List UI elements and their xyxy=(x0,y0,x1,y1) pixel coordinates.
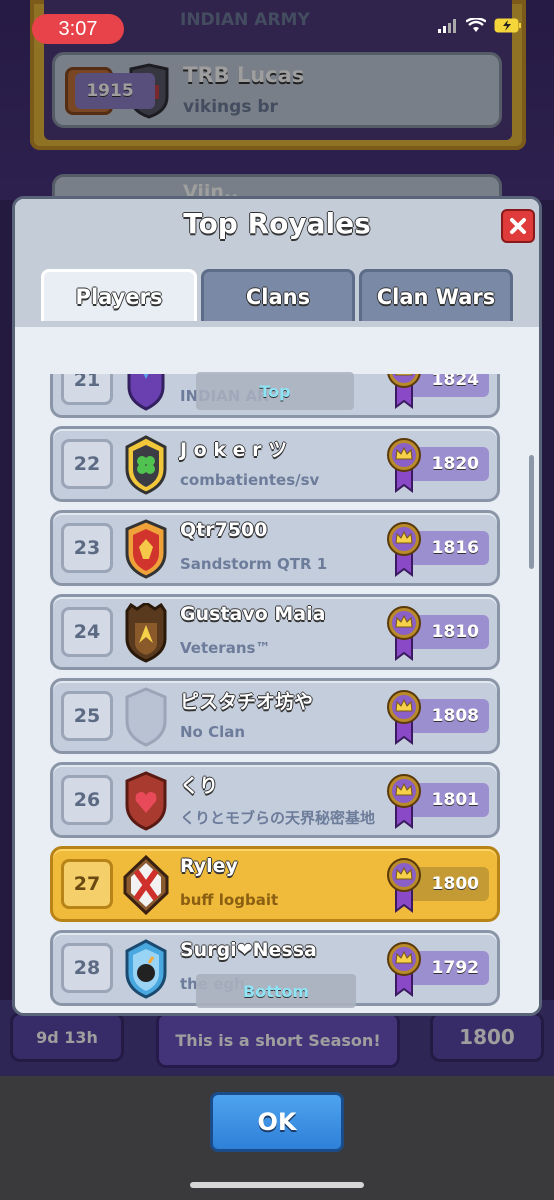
cellular-signal-icon xyxy=(438,18,456,33)
battery-icon xyxy=(494,18,521,33)
leaderboard-row[interactable]: 26 くりくりとモブらの天界秘密基地 1801 xyxy=(50,762,500,838)
row-score: 1801 xyxy=(387,774,491,829)
close-button[interactable] xyxy=(501,209,535,243)
trophy-medal-icon xyxy=(387,774,421,829)
trophy-medal-icon xyxy=(387,606,421,661)
list-scrollbar[interactable] xyxy=(529,455,534,569)
bomb-shield-icon xyxy=(125,939,167,999)
scroll-to-bottom-button[interactable]: Bottom xyxy=(196,974,356,1008)
crown-tower-badge-icon xyxy=(125,603,167,663)
empty-shield-icon xyxy=(125,687,167,747)
row-player-name: J o k e r ツ xyxy=(180,439,288,461)
trophy-medal-icon xyxy=(387,942,421,997)
leaderboard-row[interactable]: 27 Ryley buff logbait 1800 xyxy=(50,846,500,922)
row-player-name: Gustavo Maia xyxy=(180,603,326,625)
row-player-name: ピスタチオ坊や xyxy=(180,691,314,713)
row-rank: 27 xyxy=(61,859,113,909)
row-score: 1810 xyxy=(387,606,491,661)
scroll-to-top-button[interactable]: Top xyxy=(196,372,354,410)
row-player-name: Ryley xyxy=(180,855,238,877)
row-clan-name: combatientes/sv xyxy=(180,471,320,489)
close-icon xyxy=(510,218,526,234)
heart-shield-icon xyxy=(125,771,167,831)
row-score: 1792 xyxy=(387,942,491,997)
status-bar: 3:07 xyxy=(0,0,554,54)
row-clan-name: Sandstorm QTR 1 xyxy=(180,555,328,573)
row-rank: 28 xyxy=(61,943,113,993)
clover-shield-icon xyxy=(125,435,167,495)
status-icons xyxy=(438,18,522,33)
tabs-bar: Players Clans Clan Wars xyxy=(15,257,539,327)
row-clan-name: buff logbait xyxy=(180,891,279,909)
trophy-medal-icon xyxy=(387,690,421,745)
row-score: 1800 xyxy=(387,858,491,913)
row-player-name: Surgi❤Nessa xyxy=(180,939,317,961)
row-clan-name: Veterans™ xyxy=(180,639,271,657)
wifi-icon xyxy=(466,18,486,32)
row-rank: 23 xyxy=(61,523,113,573)
row-score: 1820 xyxy=(387,438,491,493)
row-score: 1808 xyxy=(387,690,491,745)
trophy-medal-icon xyxy=(387,522,421,577)
trophy-medal-icon xyxy=(387,438,421,493)
row-clan-name: No Clan xyxy=(180,723,246,741)
home-indicator[interactable] xyxy=(190,1182,364,1188)
ok-button[interactable]: OK xyxy=(210,1092,344,1152)
leaderboard-row[interactable]: 22 J o k e r ツ combatientes/sv 1820 xyxy=(50,426,500,502)
row-score: 1816 xyxy=(387,522,491,577)
tab-clans[interactable]: Clans xyxy=(201,269,355,321)
leaderboard-row[interactable]: 25 ピスタチオ坊や No Clan 1808 xyxy=(50,678,500,754)
tab-clan-wars[interactable]: Clan Wars xyxy=(359,269,513,321)
modal-header: Top Royales xyxy=(15,199,539,257)
modal-title: Top Royales xyxy=(183,207,371,240)
row-clan-name: くりとモブらの天界秘密基地 xyxy=(180,809,376,827)
trophy-medal-icon xyxy=(387,858,421,913)
row-rank: 22 xyxy=(61,439,113,489)
row-rank: 26 xyxy=(61,775,113,825)
red-gold-shield-icon xyxy=(125,519,167,579)
tab-players[interactable]: Players xyxy=(41,269,197,321)
status-time: 3:07 xyxy=(32,14,124,44)
row-player-name: Qtr7500 xyxy=(180,519,268,541)
leaderboard-row[interactable]: 23 Qtr7500 Sandstorm QTR 1 1816 xyxy=(50,510,500,586)
row-rank: 25 xyxy=(61,691,113,741)
leaderboard-row[interactable]: 24 Gustavo Maia Veterans™ 1810 xyxy=(50,594,500,670)
row-rank: 24 xyxy=(61,607,113,657)
x-shield-icon xyxy=(123,855,169,915)
row-player-name: くり xyxy=(180,775,219,797)
